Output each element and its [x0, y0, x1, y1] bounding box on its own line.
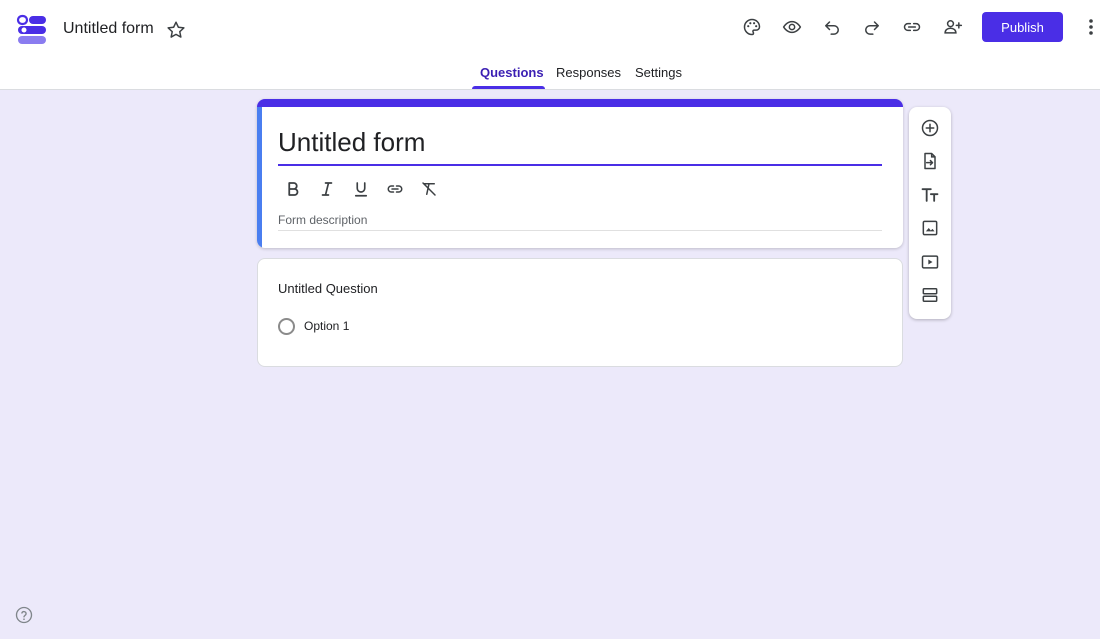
format-toolbar	[284, 177, 454, 201]
video-icon[interactable]	[918, 250, 942, 274]
section-icon[interactable]	[918, 283, 942, 307]
more-vert-icon[interactable]	[1082, 15, 1100, 39]
underline-icon[interactable]	[352, 177, 386, 201]
question-card[interactable]: Untitled Question Option 1	[257, 258, 903, 367]
tab-responses[interactable]: Responses	[556, 62, 621, 90]
add-circle-icon[interactable]	[918, 116, 942, 140]
publish-button[interactable]: Publish	[982, 12, 1063, 42]
app-header: Untitled form Publish Questions Response…	[0, 0, 1100, 90]
clear-format-icon[interactable]	[420, 177, 454, 201]
side-toolbar	[909, 107, 951, 319]
add-person-icon[interactable]	[941, 15, 965, 39]
italic-icon[interactable]	[318, 177, 352, 201]
image-icon[interactable]	[918, 216, 942, 240]
star-icon[interactable]	[165, 19, 187, 41]
form-title[interactable]: Untitled form	[63, 19, 154, 39]
form-title-card[interactable]: Untitled form Form description	[257, 99, 903, 248]
title-text-icon[interactable]	[918, 183, 942, 207]
link-icon[interactable]	[900, 15, 924, 39]
help-icon[interactable]	[15, 606, 33, 624]
import-icon[interactable]	[918, 149, 942, 173]
tab-questions[interactable]: Questions	[472, 62, 545, 90]
tab-bar: Questions Responses Settings	[0, 62, 1100, 90]
undo-icon[interactable]	[820, 15, 844, 39]
eye-icon[interactable]	[780, 15, 804, 39]
radio-button[interactable]	[278, 318, 295, 335]
logo-icon[interactable]	[16, 14, 48, 46]
question-title[interactable]: Untitled Question	[278, 281, 378, 296]
redo-icon[interactable]	[860, 15, 884, 39]
option-label[interactable]: Option 1	[304, 319, 349, 333]
bold-icon[interactable]	[284, 177, 318, 201]
form-title-input[interactable]: Untitled form	[278, 125, 882, 166]
link-icon[interactable]	[386, 177, 420, 201]
tab-settings[interactable]: Settings	[635, 62, 682, 90]
form-description-input[interactable]: Form description	[278, 211, 882, 231]
palette-icon[interactable]	[740, 15, 764, 39]
